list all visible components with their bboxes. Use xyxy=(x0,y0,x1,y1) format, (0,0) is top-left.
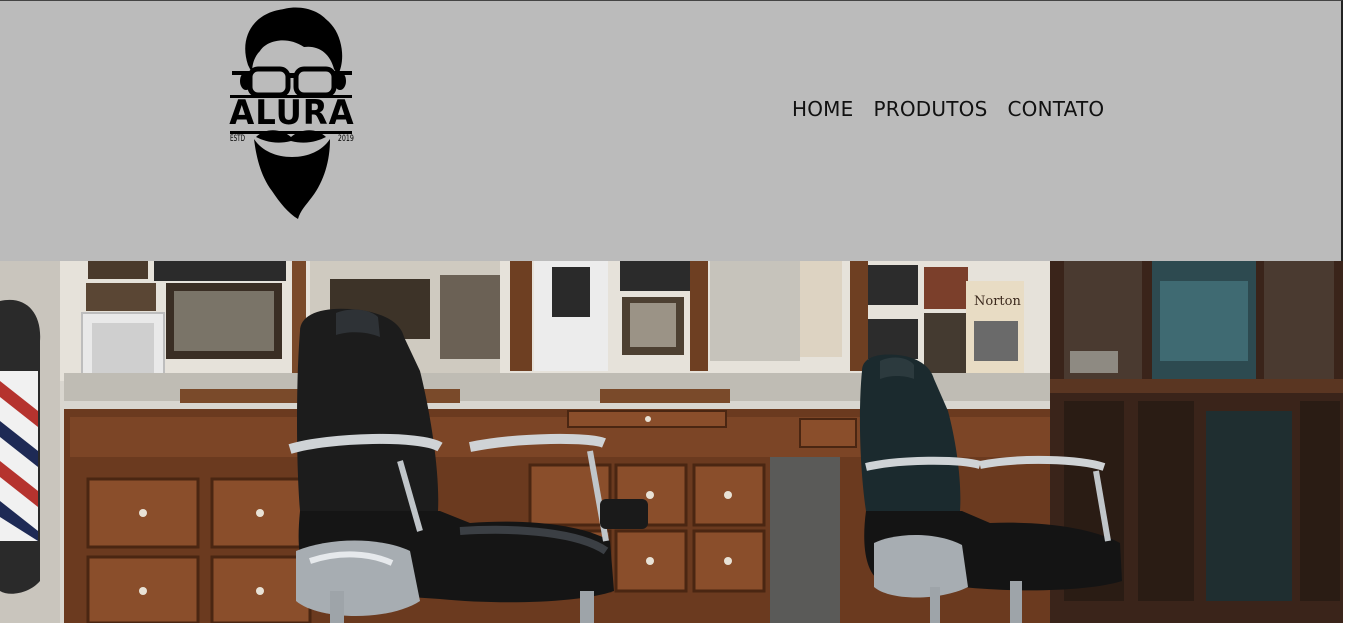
main-nav: HOME PRODUTOS CONTATO xyxy=(792,96,1104,122)
nav-link-produtos[interactable]: PRODUTOS xyxy=(873,96,987,122)
logo-wordmark: ALURA xyxy=(229,93,355,133)
hero-banner: Norton xyxy=(0,261,1343,623)
nav-link-home[interactable]: HOME xyxy=(792,96,853,122)
logo-estd-label: ESTD xyxy=(230,134,246,144)
site-header: ALURA ESTD 2019 HOME PRODUTOS CONTATO xyxy=(0,0,1343,261)
logo-year-label: 2019 xyxy=(337,134,354,144)
page: ALURA ESTD 2019 HOME PRODUTOS CONTATO No… xyxy=(0,0,1345,623)
brand-logo[interactable]: ALURA ESTD 2019 xyxy=(226,5,356,225)
poster-text: Norton xyxy=(974,294,1021,309)
barber-pole xyxy=(0,371,38,541)
nav-link-contato[interactable]: CONTATO xyxy=(1007,96,1104,122)
barbershop-photo: Norton xyxy=(0,261,1343,623)
